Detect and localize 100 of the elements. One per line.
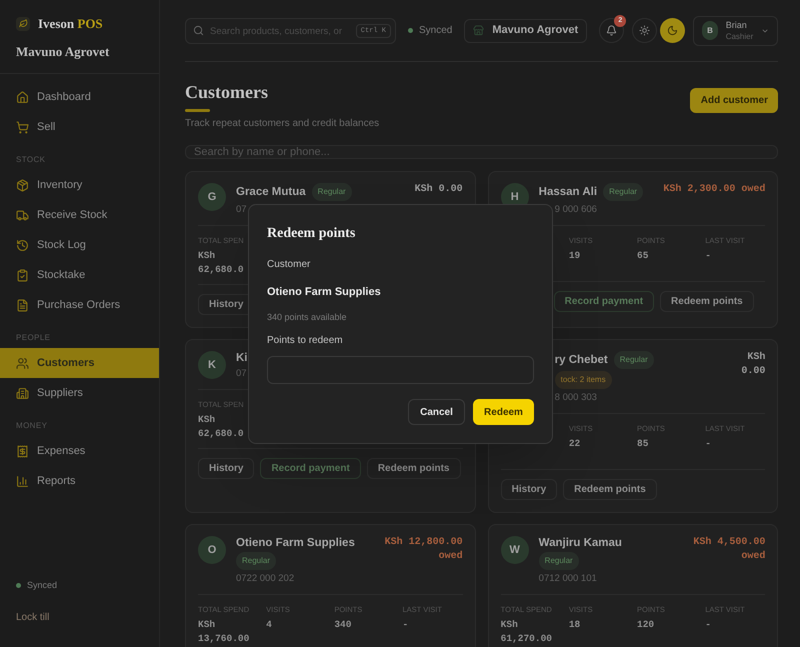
people-icon [16, 356, 29, 370]
customer-name: Otieno Farm Supplies [267, 285, 382, 300]
customer-phone: 07 [236, 367, 248, 381]
customer-name: Hassan Ali [538, 185, 598, 199]
redeem-points-button[interactable]: Redeem points [660, 291, 754, 312]
balance-amount: KSh 12,800.00 owed [384, 536, 463, 564]
stat-value: KSh 62,680.0 [198, 413, 245, 441]
customer-avatar: O [198, 536, 226, 564]
store-selector[interactable]: Mavuno Agrovet [464, 18, 588, 42]
field-label: Customer [267, 258, 312, 272]
stat-value: 65 [637, 249, 650, 263]
nav-item[interactable]: Inventory [0, 170, 159, 200]
balance-amount: KSh 2,300.00 owed [663, 183, 766, 197]
truck-icon [16, 208, 29, 222]
page-subtitle: Track repeat customers and credit balances [185, 117, 380, 131]
field-label: Points to redeem [267, 334, 344, 348]
customer-phone: 0722 000 202 [236, 572, 296, 586]
stat-value: - [705, 437, 712, 451]
dark-theme-button[interactable] [660, 18, 686, 43]
stat-value: - [402, 618, 410, 632]
balance-amount: KSh 0.00 [414, 183, 463, 197]
nav-item[interactable]: Reports [0, 466, 159, 496]
status-badge: Regular [603, 183, 644, 201]
points-input[interactable] [267, 356, 534, 384]
history-button[interactable]: History [500, 479, 558, 500]
moon-icon [667, 25, 678, 36]
nav-item[interactable]: Suppliers [0, 378, 159, 408]
document-icon [16, 298, 29, 312]
stat-value: KSh 13,760.00 [198, 618, 250, 646]
page-title: Customers [185, 81, 269, 104]
bar-chart-icon [16, 474, 29, 488]
record-payment-button[interactable]: Record payment [260, 458, 361, 479]
status-badge: Regular [538, 552, 579, 570]
points-available: 340 points available [267, 310, 348, 324]
record-payment-button[interactable]: Record payment [554, 291, 654, 312]
customer-name: Ki [236, 351, 248, 365]
section-label: PEOPLE [15, 332, 52, 344]
redeem-points-button[interactable]: Redeem points [563, 479, 657, 500]
stat-value: 18 [568, 618, 582, 632]
customer-name: ry Chebet [554, 353, 608, 367]
store-icon [473, 25, 484, 36]
nav-item[interactable]: Purchase Orders [0, 290, 159, 320]
customer-phone: 8 000 303 [554, 391, 598, 405]
stat-value: 22 [568, 437, 582, 451]
nav-item[interactable]: Expenses [0, 436, 159, 466]
brand-name: Iveson POS [38, 15, 103, 33]
nav-item[interactable]: Stocktake [0, 260, 159, 290]
light-theme-button[interactable] [632, 18, 658, 43]
stat-value: 340 [334, 618, 352, 632]
receipt-icon [16, 444, 29, 458]
user-name: Brian [726, 20, 748, 30]
user-role: Cashier [726, 30, 754, 42]
customer-phone: 07 [236, 203, 248, 217]
customer-avatar: G [198, 183, 226, 211]
customer-name: Wanjiru Kamau [538, 536, 622, 550]
user-menu[interactable]: B Brian Cashier [693, 16, 778, 46]
store-name: Mavuno Agrovet [16, 42, 110, 61]
stat-value: 19 [568, 249, 582, 263]
nav-item[interactable]: Sell [0, 112, 159, 142]
redeem-button[interactable]: Redeem [473, 399, 534, 425]
box-icon [16, 178, 29, 192]
balance-amount: KSh 4,500.00 owed [692, 536, 766, 564]
stat-value: KSh 62,680.0 [198, 249, 245, 277]
bell-icon [606, 25, 618, 36]
stat-value: 85 [637, 437, 650, 451]
customer-avatar: W [500, 536, 529, 564]
dialog-title: Redeem points [267, 225, 356, 243]
stat-value: 120 [637, 618, 656, 632]
section-label: MONEY [15, 420, 48, 432]
customer-name: Grace Mutua [236, 185, 306, 199]
stat-value: KSh 61,270.00 [500, 618, 553, 646]
title-underline [185, 109, 210, 112]
stat-value: 4 [266, 618, 273, 632]
sun-icon [639, 25, 650, 36]
nav-item[interactable]: Stock Log [0, 230, 159, 260]
balance-amount: KSh 0.00 [740, 351, 766, 379]
nav-item[interactable]: Customers [0, 348, 159, 378]
logo-icon [16, 16, 30, 31]
customer-avatar: K [198, 351, 226, 379]
sync-status: Synced [419, 24, 452, 38]
status-badge: Regular [312, 183, 352, 201]
search-icon [193, 24, 204, 36]
house-icon [16, 90, 29, 104]
add-customer-button[interactable]: Add customer [690, 88, 778, 113]
nav-item[interactable]: Receive Stock [0, 200, 159, 230]
building-icon [16, 386, 29, 400]
status-badge: Regular [236, 552, 276, 570]
redeem-points-button[interactable]: Redeem points [366, 458, 460, 479]
user-avatar: B [702, 21, 718, 40]
customer-name: Otieno Farm Supplies [236, 536, 355, 550]
clipboard-check-icon [16, 268, 29, 282]
cancel-button[interactable]: Cancel [408, 399, 465, 425]
lock-till-link[interactable]: Lock till [16, 610, 143, 625]
section-label: STOCK [15, 154, 46, 166]
nav-item[interactable]: Dashboard [0, 82, 159, 112]
history-button[interactable]: History [198, 458, 254, 479]
stat-value: - [705, 618, 712, 632]
status-badge: tock: 2 items [554, 371, 612, 389]
history-icon [16, 238, 29, 252]
stat-value: - [705, 249, 712, 263]
